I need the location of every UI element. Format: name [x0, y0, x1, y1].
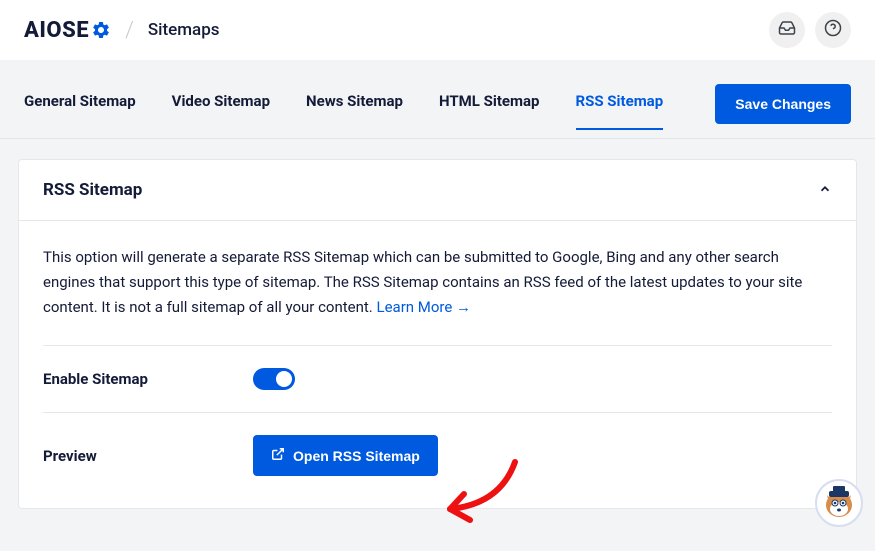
tab-html-sitemap[interactable]: HTML Sitemap — [439, 92, 540, 130]
external-link-icon — [271, 447, 285, 464]
tabs: General Sitemap Video Sitemap News Sitem… — [24, 92, 663, 130]
tab-general-sitemap[interactable]: General Sitemap — [24, 92, 136, 130]
help-icon — [824, 19, 842, 41]
app-header: AIOSE / Sitemaps — [0, 0, 875, 60]
enable-sitemap-label: Enable Sitemap — [43, 370, 253, 388]
preview-label: Preview — [43, 447, 253, 465]
tab-video-sitemap[interactable]: Video Sitemap — [172, 92, 270, 130]
tabs-row: General Sitemap Video Sitemap News Sitem… — [0, 60, 875, 139]
preview-row: Preview Open RSS Sitemap — [43, 413, 832, 484]
rss-sitemap-panel: RSS Sitemap This option will generate a … — [18, 159, 857, 509]
panel-description: This option will generate a separate RSS… — [43, 245, 832, 346]
open-rss-sitemap-button[interactable]: Open RSS Sitemap — [253, 435, 438, 476]
learn-more-link[interactable]: Learn More → — [377, 298, 472, 316]
inbox-icon — [778, 19, 796, 41]
logo-divider: / — [125, 18, 134, 43]
tab-rss-sitemap[interactable]: RSS Sitemap — [576, 92, 664, 130]
tab-news-sitemap[interactable]: News Sitemap — [306, 92, 403, 130]
open-button-label: Open RSS Sitemap — [293, 448, 420, 464]
header-right — [769, 12, 851, 48]
header-left: AIOSE / Sitemaps — [24, 18, 220, 43]
save-changes-button[interactable]: Save Changes — [715, 84, 851, 124]
panel-header[interactable]: RSS Sitemap — [19, 160, 856, 221]
gear-icon — [91, 20, 111, 40]
help-button[interactable] — [815, 12, 851, 48]
panel-body: This option will generate a separate RSS… — [19, 221, 856, 508]
page-title: Sitemaps — [148, 20, 220, 40]
inbox-button[interactable] — [769, 12, 805, 48]
logo[interactable]: AIOSE — [24, 18, 111, 43]
mascot-avatar[interactable] — [815, 479, 863, 527]
logo-text: AIOSE — [24, 18, 89, 43]
enable-sitemap-row: Enable Sitemap — [43, 346, 832, 413]
panel-title: RSS Sitemap — [43, 180, 142, 200]
chevron-up-icon — [818, 181, 832, 200]
enable-sitemap-toggle[interactable] — [253, 368, 295, 390]
